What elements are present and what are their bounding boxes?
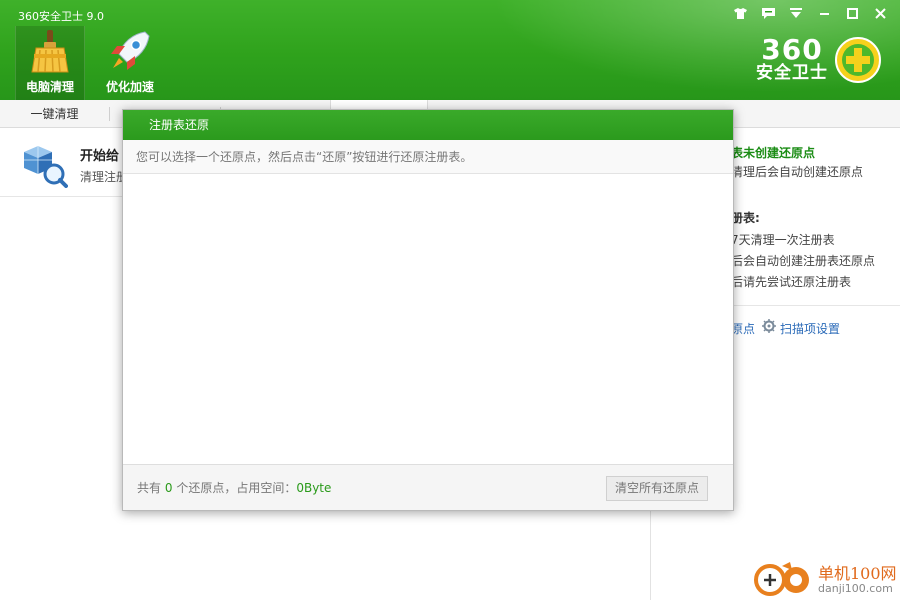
- nav-optimize-speedup-label: 优化加速: [105, 80, 154, 94]
- dialog-footer: 共有 0 个还原点，占用空间：0Byte 清空所有还原点: [123, 464, 733, 510]
- tab-divider: [109, 107, 110, 121]
- gear-icon: [762, 319, 776, 336]
- app-title: 360安全卫士 9.0: [18, 10, 104, 23]
- scan-settings-link[interactable]: 扫描项设置: [780, 320, 840, 337]
- registry-cubes-icon: [18, 140, 68, 188]
- close-icon[interactable]: [868, 4, 892, 22]
- watermark-logo-icon: [752, 560, 814, 600]
- site-watermark: 单机100网 danji100.com: [752, 560, 900, 600]
- menu-icon[interactable]: [784, 4, 808, 22]
- nav-computer-cleanup[interactable]: 电脑清理: [15, 26, 85, 100]
- logo-number: 360: [761, 33, 823, 66]
- logo-text: 360 安全卫士: [756, 33, 828, 84]
- feedback-icon[interactable]: [756, 4, 780, 22]
- restore-point-link[interactable]: 原点: [731, 320, 755, 337]
- restore-stats: 共有 0 个还原点，占用空间：0Byte: [137, 479, 331, 496]
- tips-title: 册表:: [731, 211, 760, 225]
- cleanup-heading: 开始给: [80, 149, 120, 164]
- logo-subtitle: 安全卫士: [756, 63, 828, 83]
- rocket-icon: [107, 28, 153, 74]
- dialog-hint: 您可以选择一个还原点，然后点击“还原”按钮进行还原注册表。: [123, 140, 733, 174]
- broom-icon: [27, 28, 73, 74]
- tip-item: 后会自动创建注册表还原点: [731, 254, 876, 268]
- stats-middle: 个还原点，占用空间：: [176, 481, 297, 495]
- restore-status-detail: 清理后会自动创建还原点: [731, 165, 864, 179]
- restore-point-list[interactable]: [123, 174, 733, 464]
- watermark-url: danji100.com: [818, 582, 893, 595]
- space-used: 0Byte: [296, 481, 332, 495]
- brand-logo: 360 安全卫士: [756, 36, 882, 84]
- clear-all-restore-points-button[interactable]: 清空所有还原点: [606, 476, 708, 501]
- shirt-icon[interactable]: [728, 4, 752, 22]
- dialog-title: 注册表还原: [123, 110, 733, 140]
- restore-count: 0: [164, 481, 173, 495]
- app-header: 360安全卫士 9.0 电脑清理 优化加速 360 安全卫士: [0, 0, 900, 100]
- cleanup-subtext: 清理注册: [80, 170, 129, 184]
- tip-item: 后请先尝试还原注册表: [731, 275, 852, 289]
- registry-restore-dialog: 注册表还原 您可以选择一个还原点，然后点击“还原”按钮进行还原注册表。 共有 0…: [122, 109, 734, 511]
- restore-status: 表未创建还原点: [731, 146, 816, 160]
- tab-one-click-cleanup[interactable]: 一键清理: [0, 100, 109, 128]
- nav-computer-cleanup-label: 电脑清理: [25, 80, 74, 94]
- minimize-icon[interactable]: [812, 4, 836, 22]
- tip-item: 7天清理一次注册表: [731, 233, 835, 247]
- stats-prefix: 共有: [137, 481, 162, 495]
- plus-shield-icon: [834, 36, 882, 84]
- window-controls: [728, 4, 892, 22]
- maximize-icon[interactable]: [840, 4, 864, 22]
- watermark-name: 单机100网: [818, 564, 897, 583]
- nav-optimize-speedup[interactable]: 优化加速: [95, 26, 165, 100]
